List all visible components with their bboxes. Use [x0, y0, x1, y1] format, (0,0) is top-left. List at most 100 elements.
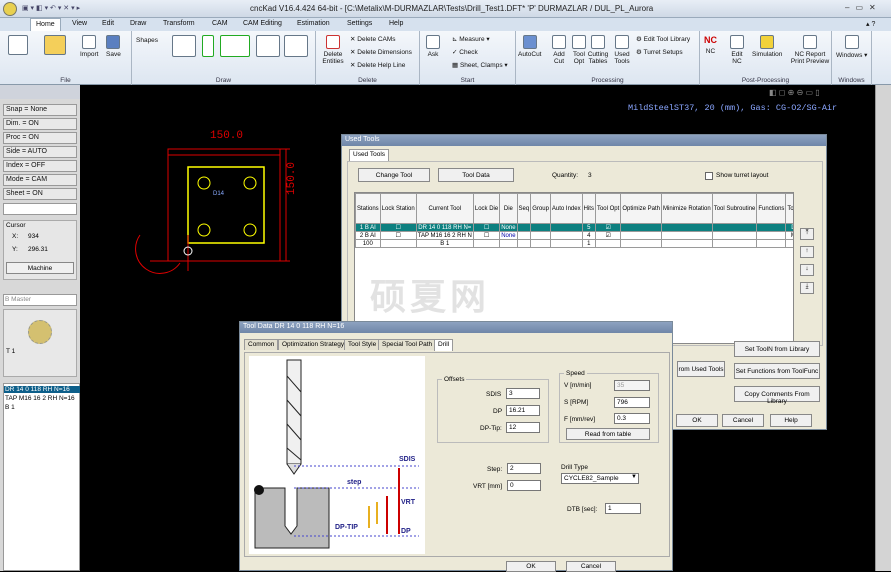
dp-input[interactable]: 16.21: [506, 405, 540, 416]
line-tool-button[interactable]: [172, 35, 196, 59]
edit-nc-button[interactable]: Edit NC: [730, 35, 744, 65]
save-button[interactable]: Save: [106, 35, 121, 58]
col-auto-index[interactable]: Auto Index: [549, 193, 583, 224]
menu-draw[interactable]: Draw: [130, 20, 146, 27]
col-die[interactable]: Die: [499, 193, 518, 224]
move-down-button[interactable]: ↓: [800, 264, 814, 276]
col-tool-id[interactable]: Tool ID: [785, 193, 793, 224]
s-input[interactable]: 796: [614, 397, 650, 408]
help-button[interactable]: Help: [770, 414, 812, 427]
step-input[interactable]: 2: [507, 463, 541, 474]
menu-cam-editing[interactable]: CAM Editing: [243, 20, 282, 27]
lock-die-checkbox[interactable]: ☐: [472, 223, 501, 232]
drill-type-select[interactable]: CYCLE82_Sample ▼: [561, 473, 639, 484]
delete-entities-button[interactable]: Delete Entities: [320, 35, 346, 65]
sheet-clamps-button[interactable]: ▦ Sheet, Clamps ▾: [452, 61, 508, 69]
delete-dimensions-button[interactable]: ✕ Delete Dimensions: [350, 48, 412, 56]
from-used-tools-button[interactable]: rom Used Tools: [677, 361, 725, 377]
tool-opt-button[interactable]: Tool Opt: [572, 35, 586, 65]
menu-home[interactable]: Home: [30, 18, 61, 31]
new-file-button[interactable]: [8, 35, 28, 57]
col-group[interactable]: Group: [530, 193, 551, 224]
set-functions-button[interactable]: Set Functions from ToolFunc: [734, 363, 820, 379]
tool-list-item[interactable]: TAP M16 16 2 RH N=16: [4, 395, 76, 402]
menu-settings[interactable]: Settings: [347, 20, 372, 27]
sdis-input[interactable]: 3: [506, 388, 540, 399]
index-status[interactable]: Index = OFF: [3, 160, 77, 172]
lock-die-checkbox[interactable]: ☐: [472, 231, 501, 240]
dtb-input[interactable]: 1: [605, 503, 641, 514]
copy-comments-button[interactable]: Copy Comments From Library: [734, 386, 820, 405]
col-optimize-path[interactable]: Optimize Path: [620, 193, 662, 224]
vertical-line-button[interactable]: [202, 35, 214, 59]
col-hits[interactable]: Hits: [581, 193, 596, 224]
tab-drill[interactable]: Drill: [434, 339, 454, 351]
ask-button[interactable]: Ask: [426, 35, 440, 58]
hole-circle[interactable]: [243, 223, 257, 237]
col-minimize-rotation[interactable]: Minimize Rotation: [661, 193, 713, 224]
lock-checkbox[interactable]: ☐: [379, 231, 417, 240]
check-button[interactable]: ✓ Check: [452, 48, 478, 56]
delete-cams-button[interactable]: ✕ Delete CAMs: [350, 35, 396, 43]
col-stations[interactable]: Stations: [355, 193, 381, 224]
dimension-button[interactable]: [256, 35, 280, 59]
proc-status[interactable]: Proc = ON: [3, 132, 77, 144]
menu-help[interactable]: Help: [389, 20, 403, 27]
simulation-button[interactable]: Simulation: [752, 35, 782, 58]
nc-button[interactable]: NC NC: [704, 35, 717, 55]
command-input[interactable]: [3, 203, 77, 215]
col-current-tool[interactable]: Current Tool: [415, 193, 474, 224]
tool-list-item[interactable]: B 1: [4, 404, 16, 411]
import-button[interactable]: Import: [80, 35, 98, 58]
cutting-tables-button[interactable]: Cutting Tables: [586, 35, 610, 65]
lock-checkbox[interactable]: ☐: [379, 223, 417, 232]
vertical-scrollbar[interactable]: [875, 85, 891, 571]
tab-used-tools[interactable]: Used Tools: [349, 149, 390, 161]
f-input[interactable]: 0.3: [614, 413, 650, 424]
dptip-input[interactable]: 12: [506, 422, 540, 433]
move-bottom-button[interactable]: ⤓: [800, 282, 814, 294]
hole-circle[interactable]: [197, 223, 211, 237]
menu-edit[interactable]: Edit: [102, 20, 114, 27]
quick-access-toolbar[interactable]: ▣ ▾ ◧ ▾ ↶ ▾ ✕ ▾ ▸: [22, 4, 112, 14]
windows-button[interactable]: Windows ▾: [836, 35, 867, 59]
hole-circle[interactable]: [197, 176, 211, 190]
ok-button[interactable]: OK: [676, 414, 718, 427]
tool-data-button[interactable]: Tool Data: [438, 168, 514, 182]
tool-data-cancel-button[interactable]: Cancel: [566, 561, 616, 572]
tool-opt-checkbox[interactable]: ☑: [594, 223, 622, 232]
change-tool-button[interactable]: Change Tool: [358, 168, 430, 182]
window-controls[interactable]: –▭✕: [845, 3, 882, 12]
dim-status[interactable]: Dim. = ON: [3, 118, 77, 130]
col-functions[interactable]: Functions: [756, 193, 787, 224]
open-file-button[interactable]: [44, 35, 66, 57]
menu-transform[interactable]: Transform: [163, 20, 195, 27]
app-logo-icon[interactable]: [3, 2, 17, 16]
tab-tool-style[interactable]: Tool Style: [344, 339, 381, 350]
edit-tool-library-button[interactable]: ⚙ Edit Tool Library: [636, 35, 690, 43]
table-row[interactable]: 1 B AI☐DR 14 0 118 RH N=☐None5☑D14: [355, 223, 793, 232]
tool-list-item[interactable]: DR 14 0 118 RH N=16: [4, 386, 80, 393]
used-tools-button[interactable]: Used Tools: [612, 35, 632, 65]
tab-special-tool-path[interactable]: Special Tool Path: [378, 339, 437, 350]
station-selector[interactable]: B Master: [3, 294, 77, 306]
shapes-button[interactable]: Shapes: [136, 37, 158, 44]
show-turret-checkbox[interactable]: [705, 172, 713, 180]
col-seq[interactable]: Seq: [516, 193, 532, 224]
move-top-button[interactable]: ⤒: [800, 228, 814, 240]
move-up-button[interactable]: ↑: [800, 246, 814, 258]
delete-help-line-button[interactable]: ✕ Delete Help Line: [350, 61, 405, 69]
col-lock-die[interactable]: Lock Die: [472, 193, 501, 224]
tab-optimization-strategy[interactable]: Optimization Strategy: [278, 339, 349, 350]
measure-button[interactable]: ⊾ Measure ▾: [452, 35, 490, 43]
menu-cam[interactable]: CAM: [212, 20, 228, 27]
menu-view[interactable]: View: [72, 20, 87, 27]
vrt-input[interactable]: 0: [507, 480, 541, 491]
horizontal-line-button[interactable]: [220, 35, 250, 59]
read-from-table-button[interactable]: Read from table: [566, 428, 650, 440]
machine-button[interactable]: Machine: [6, 262, 74, 274]
set-tooln-button[interactable]: Set ToolN from Library: [734, 341, 820, 357]
snap-status[interactable]: Snap = None: [3, 104, 77, 116]
tool-data-ok-button[interactable]: OK: [506, 561, 556, 572]
minimize-ribbon-icon[interactable]: ▴ ?: [866, 20, 875, 28]
